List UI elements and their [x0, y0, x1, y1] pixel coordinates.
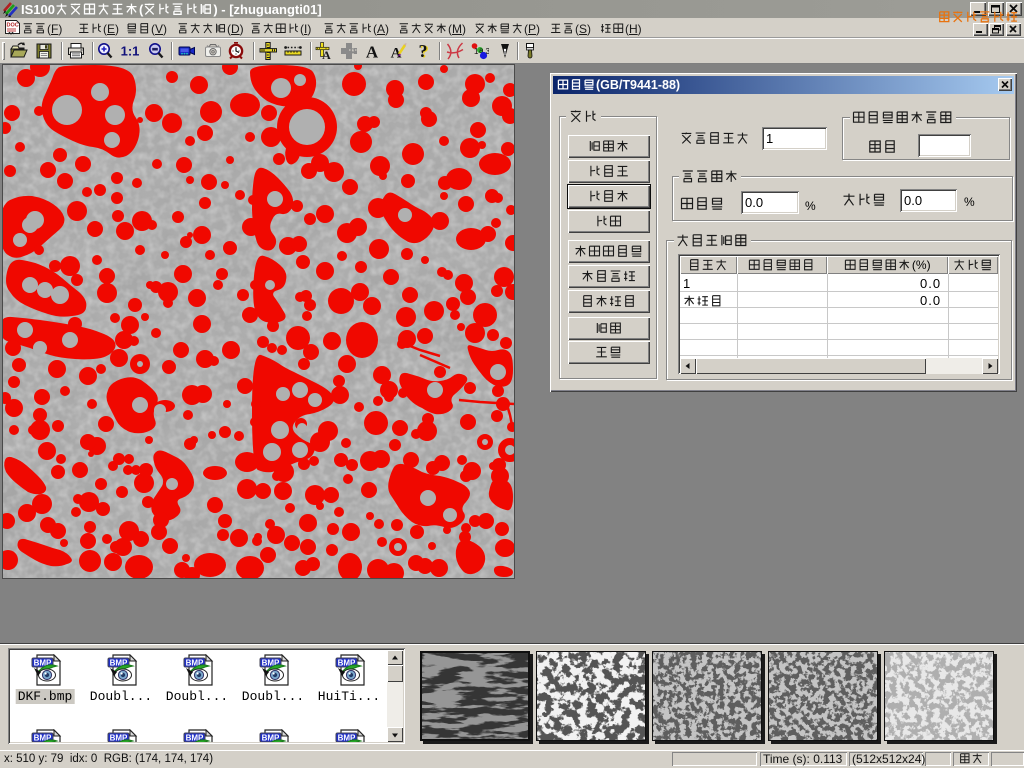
svg-text:1:1: 1:1: [121, 44, 140, 59]
svg-text:3: 3: [486, 47, 490, 56]
svg-text:A: A: [322, 48, 331, 61]
svg-text:DOC: DOC: [7, 23, 19, 29]
svg-text:A: A: [366, 43, 379, 62]
svg-text:?: ?: [419, 41, 428, 61]
